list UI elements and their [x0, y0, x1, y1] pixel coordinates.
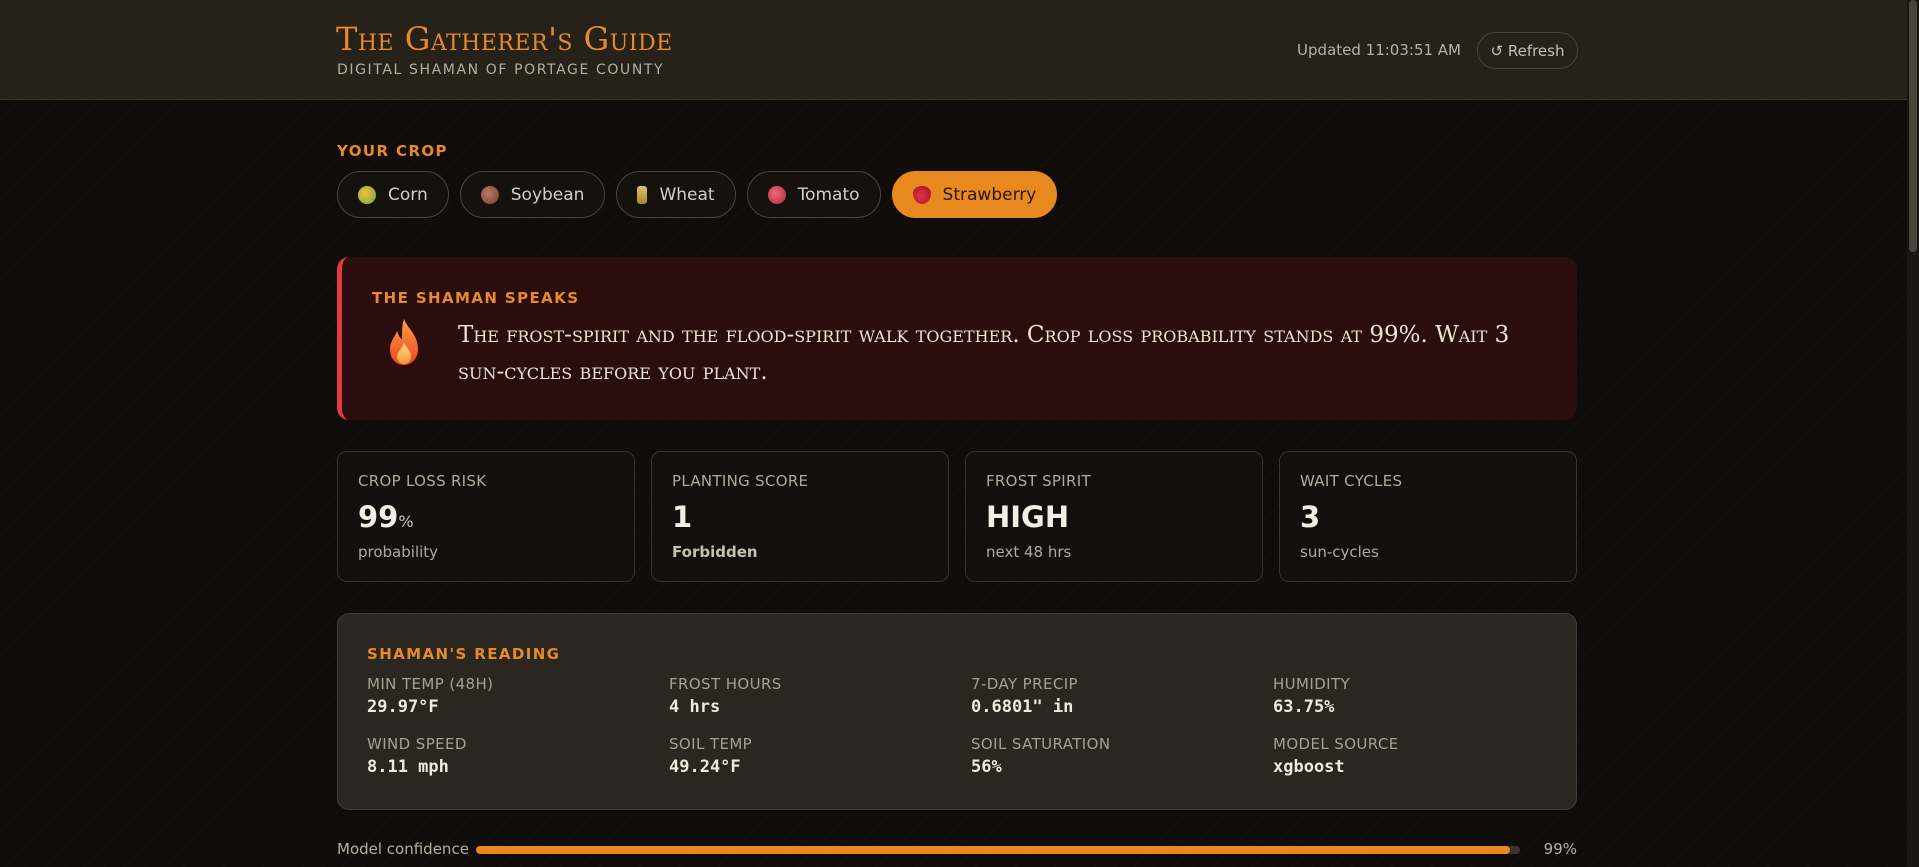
reading-item-label: MIN TEMP (48H)	[367, 675, 494, 693]
reading-item-precip: 7-DAY PRECIP 0.6801" in	[971, 675, 1251, 717]
corn-icon	[358, 185, 376, 204]
shaman-message-card: THE SHAMAN SPEAKS The frost-spirit and t…	[337, 257, 1577, 420]
reading-item-label: HUMIDITY	[1273, 675, 1351, 693]
stat-value: 1	[672, 500, 693, 534]
reading-item-value: 4 hrs	[669, 697, 721, 717]
crop-option-label: Wheat	[659, 184, 715, 205]
reading-item-frost-hours: FROST HOURS 4 hrs	[669, 675, 949, 717]
reading-item-label: SOIL SATURATION	[971, 735, 1111, 753]
crop-option-label: Soybean	[510, 184, 585, 205]
stat-unit: %	[398, 512, 414, 531]
confidence-bar	[476, 846, 1520, 854]
stat-sub: sun-cycles	[1300, 543, 1379, 561]
app-subtitle: DIGITAL SHAMAN OF PORTAGE COUNTY	[337, 62, 665, 78]
stat-card-crop-loss-risk: CROP LOSS RISK 99% probability	[337, 451, 635, 582]
stat-card-planting-score: PLANTING SCORE 1 Forbidden	[651, 451, 949, 582]
stat-sub: probability	[358, 543, 439, 561]
stat-label: CROP LOSS RISK	[358, 472, 487, 490]
app-title: The Gatherer's Guide	[336, 20, 673, 58]
stat-card-wait-cycles: WAIT CYCLES 3 sun-cycles	[1279, 451, 1577, 582]
reading-item-value: 0.6801" in	[971, 697, 1074, 717]
stat-label: PLANTING SCORE	[672, 472, 809, 490]
reading-item-model-source: MODEL SOURCE xgboost	[1273, 735, 1553, 777]
updated-timestamp: Updated 11:03:51 AM	[1297, 41, 1461, 59]
model-confidence: Model confidence 99%	[337, 840, 1577, 860]
reading-label: SHAMAN'S READING	[367, 645, 561, 663]
crop-section-label: YOUR CROP	[337, 142, 448, 160]
reading-item-soil-temp: SOIL TEMP 49.24°F	[669, 735, 949, 777]
reading-item-value: xgboost	[1273, 757, 1345, 777]
reading-item-label: SOIL TEMP	[669, 735, 753, 753]
reading-item-value: 8.11 mph	[367, 757, 449, 777]
crop-option-strawberry[interactable]: Strawberry	[891, 171, 1058, 218]
crop-option-corn[interactable]: Corn	[337, 171, 449, 218]
reading-item-value: 49.24°F	[669, 757, 741, 777]
wheat-icon	[637, 185, 648, 204]
stat-label: FROST SPIRIT	[986, 472, 1091, 490]
crop-option-wheat[interactable]: Wheat	[616, 171, 736, 218]
confidence-label: Model confidence	[337, 840, 469, 858]
confidence-bar-fill	[476, 846, 1510, 854]
page-scrollbar[interactable]	[1907, 0, 1919, 867]
crop-option-tomato[interactable]: Tomato	[746, 171, 881, 218]
crop-option-label: Tomato	[797, 184, 860, 205]
reading-item-label: MODEL SOURCE	[1273, 735, 1399, 753]
reading-item-humidity: HUMIDITY 63.75%	[1273, 675, 1553, 717]
stat-value: HIGH	[986, 500, 1070, 534]
stat-sub: Forbidden	[672, 543, 758, 561]
app-header: The Gatherer's Guide DIGITAL SHAMAN OF P…	[0, 0, 1919, 100]
crop-option-label: Strawberry	[942, 184, 1037, 205]
reading-item-label: 7-DAY PRECIP	[971, 675, 1078, 693]
stat-value: 3	[1300, 500, 1321, 534]
shaman-message: The frost-spirit and the flood-spirit wa…	[458, 322, 1510, 385]
soybean-icon	[480, 185, 499, 204]
tomato-icon	[767, 185, 786, 204]
crop-option-soybean[interactable]: Soybean	[459, 171, 606, 218]
reading-item-wind-speed: WIND SPEED 8.11 mph	[367, 735, 647, 777]
stat-value: 99%	[358, 500, 414, 534]
crop-selector: Corn Soybean Wheat Tomato Strawberry	[337, 171, 1058, 218]
reading-item-value: 63.75%	[1273, 697, 1335, 717]
reading-item-value: 56%	[971, 757, 1002, 777]
reading-item-label: FROST HOURS	[669, 675, 782, 693]
strawberry-icon	[912, 185, 931, 204]
reading-item-value: 29.97°F	[367, 697, 439, 717]
stat-sub: next 48 hrs	[986, 543, 1072, 561]
refresh-button[interactable]: ↺ Refresh	[1477, 32, 1578, 69]
reading-item-label: WIND SPEED	[367, 735, 467, 753]
stat-number: 99	[358, 500, 399, 534]
reading-item-soil-saturation: SOIL SATURATION 56%	[971, 735, 1251, 777]
confidence-percent: 99%	[1543, 840, 1577, 858]
stats-row: CROP LOSS RISK 99% probability PLANTING …	[337, 451, 1577, 582]
stat-card-frost-spirit: FROST SPIRIT HIGH next 48 hrs	[965, 451, 1263, 582]
shaman-reading-panel: SHAMAN'S READING MIN TEMP (48H) 29.97°F …	[337, 613, 1577, 810]
scrollbar-thumb[interactable]	[1909, 0, 1917, 252]
crop-option-label: Corn	[388, 184, 428, 205]
fire-icon	[390, 319, 418, 365]
stat-label: WAIT CYCLES	[1300, 472, 1403, 490]
shaman-label: THE SHAMAN SPEAKS	[372, 289, 580, 307]
reading-item-min-temp: MIN TEMP (48H) 29.97°F	[367, 675, 647, 717]
